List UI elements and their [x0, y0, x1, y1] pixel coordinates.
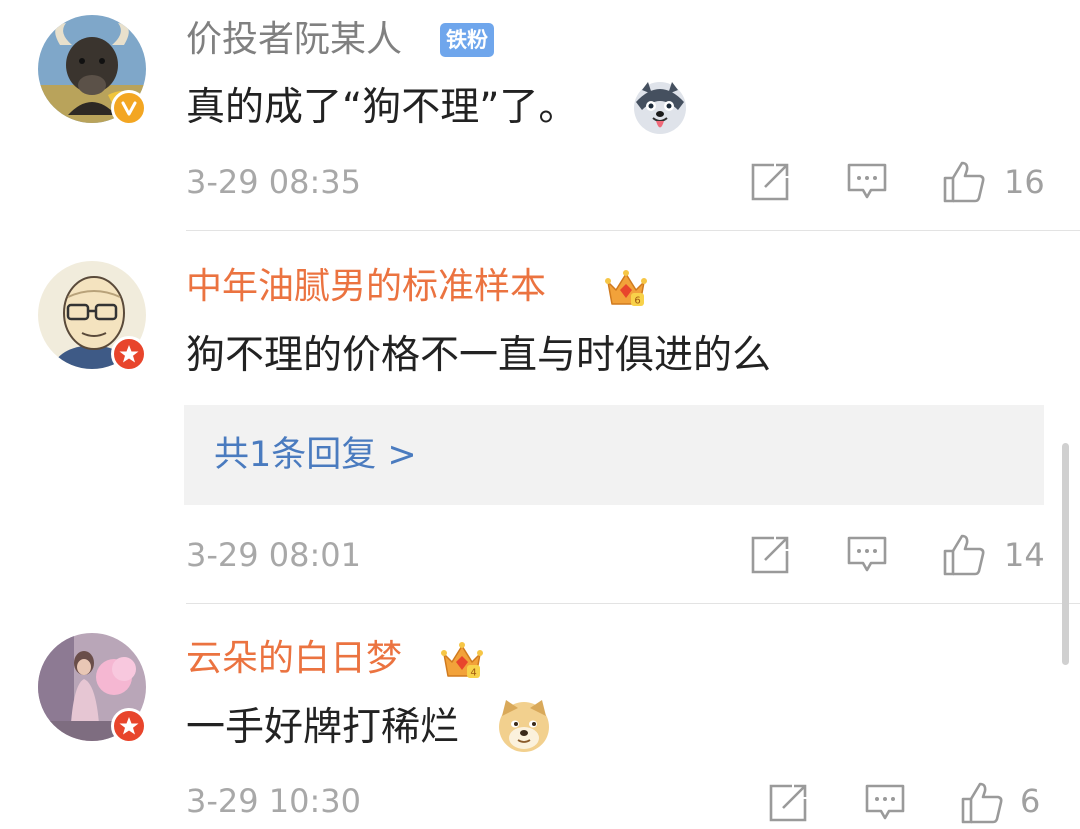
comment-timestamp: 3-29 10:30 [186, 782, 362, 820]
scrollbar-thumb[interactable] [1062, 443, 1069, 665]
vip-crown-icon: 4 [440, 638, 484, 682]
comment-text: 一手好牌打稀烂 [186, 705, 460, 750]
like-button[interactable] [960, 781, 1004, 825]
comment-item: 云朵的白日梦 4 一手好牌打稀烂 3-29 10:30 6 [0, 0, 1080, 824]
comment-button[interactable] [863, 781, 907, 825]
username[interactable]: 云朵的白日梦 [186, 637, 402, 681]
share-icon [769, 784, 807, 822]
thumbs-up-icon [961, 782, 1003, 824]
repost-button[interactable] [766, 781, 810, 825]
comment-icon [865, 784, 905, 820]
vip-badge-icon [111, 708, 147, 744]
vip-level-label: 4 [470, 668, 476, 679]
like-count: 6 [1020, 782, 1041, 820]
doge-face-emoji [496, 698, 552, 754]
